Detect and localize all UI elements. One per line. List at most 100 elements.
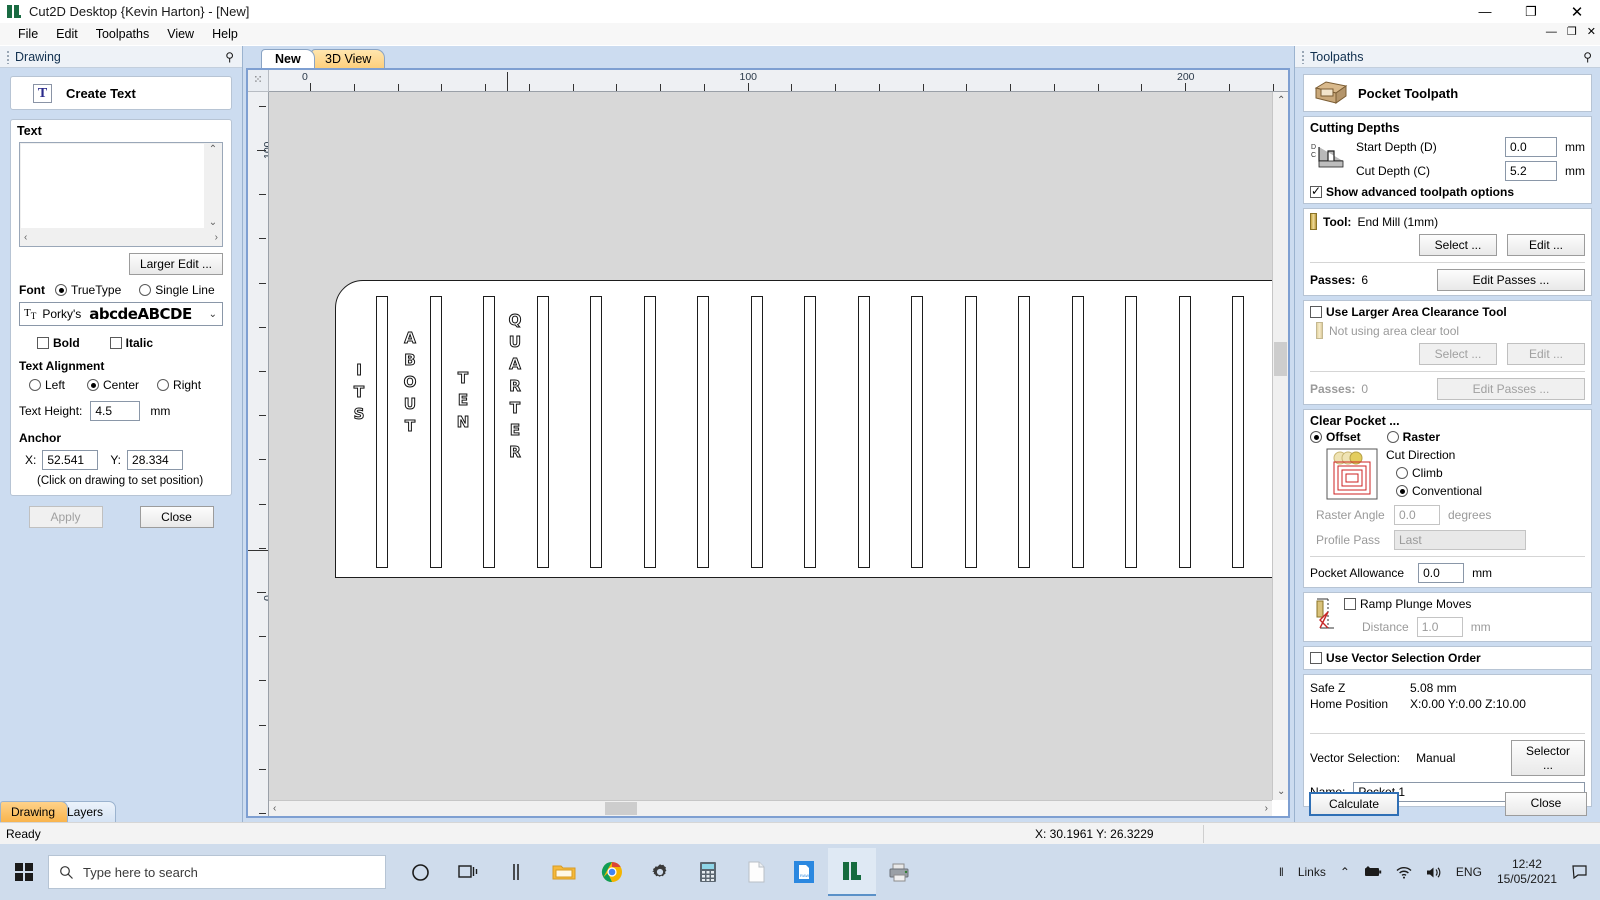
- close-button[interactable]: ✕: [1554, 0, 1600, 23]
- pin-icon[interactable]: ⚲: [1583, 50, 1592, 64]
- start-depth-input[interactable]: [1505, 137, 1557, 157]
- italic-checkbox[interactable]: [109, 337, 122, 349]
- anchor-x-input[interactable]: [42, 450, 99, 470]
- chevron-up-icon[interactable]: ⌃: [1333, 865, 1357, 879]
- slot-vector[interactable]: [536, 296, 549, 568]
- notification-icon[interactable]: [1565, 865, 1594, 879]
- scroll-up-icon[interactable]: ⌃: [209, 144, 217, 155]
- mdi-restore-button[interactable]: ❐: [1567, 25, 1577, 39]
- menu-edit[interactable]: Edit: [47, 25, 87, 43]
- align-right-radio[interactable]: [157, 379, 170, 391]
- notepad-icon[interactable]: [732, 848, 780, 896]
- taskbar-search[interactable]: Type here to search: [48, 855, 386, 889]
- larger-edit-button[interactable]: Larger Edit ...: [128, 253, 223, 275]
- task-view-icon[interactable]: [444, 848, 492, 896]
- wifi-icon[interactable]: [1389, 866, 1419, 879]
- menu-file[interactable]: File: [9, 25, 47, 43]
- pocket-allowance-input[interactable]: [1418, 563, 1465, 583]
- bold-checkbox[interactable]: [37, 337, 49, 349]
- minimize-button[interactable]: —: [1462, 0, 1508, 23]
- toolpath-close-button[interactable]: Close: [1505, 792, 1587, 816]
- slot-vector[interactable]: [590, 296, 602, 568]
- slot-vector[interactable]: [483, 296, 495, 568]
- language-indicator[interactable]: ENG: [1449, 865, 1489, 879]
- raster-angle-input[interactable]: [1394, 505, 1440, 525]
- align-left-radio[interactable]: [29, 379, 41, 391]
- pin-icon[interactable]: ⚲: [225, 50, 234, 64]
- ramp-distance-input[interactable]: [1416, 617, 1463, 637]
- start-button[interactable]: [0, 862, 48, 882]
- canvas-vertical-scrollbar[interactable]: ⌃ ⌄: [1272, 92, 1288, 800]
- tab-new[interactable]: New: [261, 49, 315, 68]
- vscroll-thumb[interactable]: [1274, 342, 1287, 376]
- scroll-left-icon[interactable]: ‹: [273, 803, 276, 814]
- area-clearance-checkbox[interactable]: [1310, 306, 1322, 318]
- tab-3d-view[interactable]: 3D View: [311, 49, 386, 68]
- tool-select-button[interactable]: Select ...: [1419, 234, 1497, 256]
- menu-help[interactable]: Help: [203, 25, 247, 43]
- scroll-right-icon[interactable]: ›: [215, 232, 218, 243]
- tab-drawing[interactable]: Drawing: [0, 801, 69, 822]
- settings-gear-icon[interactable]: [636, 848, 684, 896]
- restore-button[interactable]: ❐: [1508, 0, 1554, 23]
- profile-pass-select[interactable]: Last: [1394, 530, 1526, 550]
- anchor-y-input[interactable]: [127, 450, 184, 470]
- slot-vector[interactable]: [1125, 296, 1137, 568]
- canvas-horizontal-scrollbar[interactable]: ‹ ›: [269, 800, 1272, 816]
- menu-toolpaths[interactable]: Toolpaths: [87, 25, 159, 43]
- slot-vector[interactable]: [1071, 296, 1084, 568]
- timeline-icon[interactable]: [492, 848, 540, 896]
- slot-vector[interactable]: [376, 296, 388, 568]
- scroll-down-icon[interactable]: ⌄: [209, 217, 217, 228]
- calculator-icon[interactable]: [684, 848, 732, 896]
- tool-edit-button[interactable]: Edit ...: [1507, 234, 1585, 256]
- slot-vector[interactable]: [804, 296, 816, 568]
- chevron-down-icon[interactable]: ⌄: [209, 309, 217, 320]
- text-height-input[interactable]: [90, 401, 141, 421]
- font-singleline-radio[interactable]: [139, 284, 152, 296]
- file-explorer-icon[interactable]: [540, 848, 588, 896]
- vector-order-checkbox[interactable]: [1310, 652, 1322, 664]
- tool-edit-passes-button[interactable]: Edit Passes ...: [1437, 269, 1585, 291]
- scroll-up-icon[interactable]: ⌃: [1277, 95, 1285, 106]
- material-outline[interactable]: ITS ABOUT TEN QUARTER: [335, 280, 1272, 578]
- volume-icon[interactable]: [1419, 866, 1449, 879]
- menu-view[interactable]: View: [158, 25, 203, 43]
- slot-vector[interactable]: [1232, 296, 1244, 568]
- hscroll-thumb[interactable]: [605, 802, 637, 815]
- drawing-text-quarter[interactable]: QUARTER: [504, 309, 526, 463]
- cut2d-icon[interactable]: [828, 848, 876, 896]
- area-clearance-edit-passes-button[interactable]: Edit Passes ...: [1437, 378, 1585, 400]
- scroll-down-icon[interactable]: ⌄: [1277, 786, 1285, 797]
- text-horizontal-scrollbar[interactable]: ‹ ›: [21, 229, 221, 245]
- drawing-text-about[interactable]: ABOUT: [399, 327, 421, 437]
- raster-radio[interactable]: [1386, 431, 1399, 443]
- mdi-close-button[interactable]: ✕: [1587, 25, 1596, 39]
- cortana-icon[interactable]: [396, 848, 444, 896]
- font-truetype-radio[interactable]: [55, 284, 67, 296]
- slot-vector[interactable]: [857, 296, 870, 568]
- slot-vector[interactable]: [1178, 296, 1191, 568]
- raw-document-icon[interactable]: RAW: [780, 848, 828, 896]
- area-clearance-select-button[interactable]: Select ...: [1419, 343, 1497, 365]
- taskbar-clock[interactable]: 12:42 15/05/2021: [1489, 857, 1565, 887]
- drawing-text-ten[interactable]: TEN: [452, 367, 474, 433]
- mdi-minimize-button[interactable]: —: [1546, 25, 1557, 39]
- printer-icon[interactable]: [876, 848, 924, 896]
- create-text-button[interactable]: T Create Text: [10, 76, 232, 110]
- drawing-text-its[interactable]: ITS: [348, 359, 370, 425]
- battery-icon[interactable]: [1357, 866, 1389, 878]
- text-vertical-scrollbar[interactable]: ⌃ ⌄: [205, 144, 221, 228]
- slot-vector[interactable]: [750, 296, 763, 568]
- scroll-left-icon[interactable]: ‹: [24, 232, 27, 243]
- tray-links-label[interactable]: Links: [1291, 865, 1333, 879]
- slot-vector[interactable]: [429, 296, 442, 568]
- font-select[interactable]: TT Porky's abcdeABCDE ⌄: [19, 302, 223, 326]
- cut-depth-input[interactable]: [1505, 161, 1557, 181]
- slot-vector[interactable]: [643, 296, 656, 568]
- close-drawing-button[interactable]: Close: [139, 506, 214, 528]
- slot-vector[interactable]: [1018, 296, 1030, 568]
- text-input[interactable]: [21, 144, 204, 228]
- conventional-radio[interactable]: [1396, 485, 1408, 497]
- climb-radio[interactable]: [1396, 467, 1408, 479]
